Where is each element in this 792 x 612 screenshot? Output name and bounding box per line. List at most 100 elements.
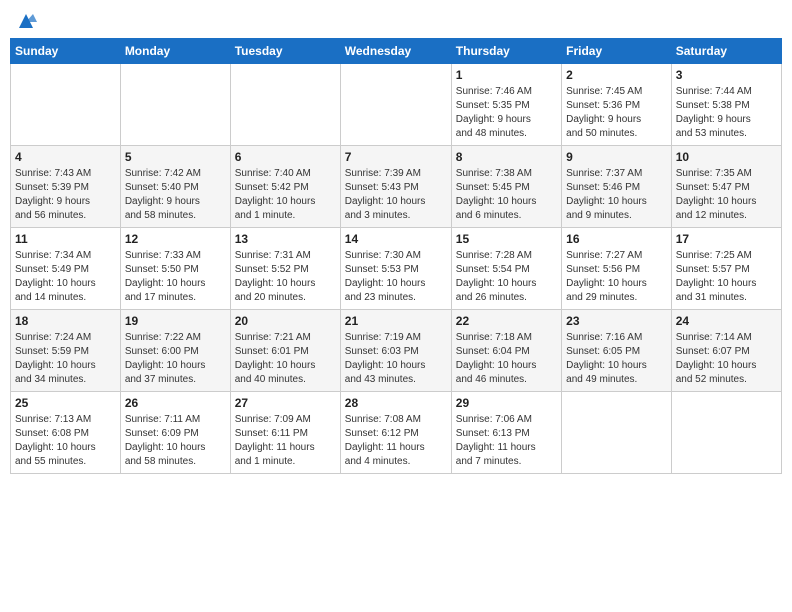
day-cell: 14 Sunrise: 7:30 AM Sunset: 5:53 PM Dayli… [340,228,451,310]
day-info: Sunrise: 7:11 AM Sunset: 6:09 PM Dayligh… [125,413,226,469]
calendar: SundayMondayTuesdayWednesdayThursdayFrid… [10,38,782,474]
day-number: 6 [235,150,336,164]
weekday-header-monday: Monday [120,39,230,64]
day-number: 11 [15,232,116,246]
day-cell: 26 Sunrise: 7:11 AM Sunset: 6:09 PM Dayli… [120,392,230,474]
page-header [10,10,782,30]
day-number: 23 [566,314,667,328]
day-number: 28 [345,396,447,410]
day-number: 24 [676,314,777,328]
day-info: Sunrise: 7:33 AM Sunset: 5:50 PM Dayligh… [125,249,226,305]
day-cell: 6 Sunrise: 7:40 AM Sunset: 5:42 PM Daylig… [230,146,340,228]
day-number: 18 [15,314,116,328]
day-info: Sunrise: 7:30 AM Sunset: 5:53 PM Dayligh… [345,249,447,305]
day-info: Sunrise: 7:14 AM Sunset: 6:07 PM Dayligh… [676,331,777,387]
day-info: Sunrise: 7:06 AM Sunset: 6:13 PM Dayligh… [456,413,557,469]
day-cell: 19 Sunrise: 7:22 AM Sunset: 6:00 PM Dayli… [120,310,230,392]
day-number: 15 [456,232,557,246]
day-info: Sunrise: 7:45 AM Sunset: 5:36 PM Dayligh… [566,85,667,141]
weekday-header-wednesday: Wednesday [340,39,451,64]
day-cell: 23 Sunrise: 7:16 AM Sunset: 6:05 PM Dayli… [562,310,672,392]
weekday-header-sunday: Sunday [11,39,121,64]
day-cell: 18 Sunrise: 7:24 AM Sunset: 5:59 PM Dayli… [11,310,121,392]
day-cell [562,392,672,474]
day-cell: 8 Sunrise: 7:38 AM Sunset: 5:45 PM Daylig… [451,146,561,228]
day-number: 1 [456,68,557,82]
logo [14,10,37,30]
calendar-header: SundayMondayTuesdayWednesdayThursdayFrid… [11,39,782,64]
day-info: Sunrise: 7:40 AM Sunset: 5:42 PM Dayligh… [235,167,336,223]
day-cell: 27 Sunrise: 7:09 AM Sunset: 6:11 PM Dayli… [230,392,340,474]
day-cell: 4 Sunrise: 7:43 AM Sunset: 5:39 PM Daylig… [11,146,121,228]
weekday-row: SundayMondayTuesdayWednesdayThursdayFrid… [11,39,782,64]
day-number: 5 [125,150,226,164]
day-info: Sunrise: 7:25 AM Sunset: 5:57 PM Dayligh… [676,249,777,305]
day-info: Sunrise: 7:21 AM Sunset: 6:01 PM Dayligh… [235,331,336,387]
day-number: 19 [125,314,226,328]
day-cell: 7Sunrise: 7:39 AM Sunset: 5:43 PM Daylig… [340,146,451,228]
day-cell: 1 Sunrise: 7:46 AM Sunset: 5:35 PM Daylig… [451,64,561,146]
weekday-header-saturday: Saturday [671,39,781,64]
day-cell: 25 Sunrise: 7:13 AM Sunset: 6:08 PM Dayli… [11,392,121,474]
day-cell: 22 Sunrise: 7:18 AM Sunset: 6:04 PM Dayli… [451,310,561,392]
day-info: Sunrise: 7:16 AM Sunset: 6:05 PM Dayligh… [566,331,667,387]
day-number: 2 [566,68,667,82]
day-info: Sunrise: 7:46 AM Sunset: 5:35 PM Dayligh… [456,85,557,141]
day-number: 8 [456,150,557,164]
week-row-5: 25 Sunrise: 7:13 AM Sunset: 6:08 PM Dayli… [11,392,782,474]
day-info: Sunrise: 7:34 AM Sunset: 5:49 PM Dayligh… [15,249,116,305]
day-cell: 29 Sunrise: 7:06 AM Sunset: 6:13 PM Dayli… [451,392,561,474]
day-info: Sunrise: 7:24 AM Sunset: 5:59 PM Dayligh… [15,331,116,387]
day-cell: 20 Sunrise: 7:21 AM Sunset: 6:01 PM Dayli… [230,310,340,392]
day-number: 17 [676,232,777,246]
day-number: 26 [125,396,226,410]
logo-icon [15,10,37,32]
day-cell: 28 Sunrise: 7:08 AM Sunset: 6:12 PM Dayli… [340,392,451,474]
day-number: 7 [345,150,447,164]
day-number: 25 [15,396,116,410]
calendar-body: 1 Sunrise: 7:46 AM Sunset: 5:35 PM Daylig… [11,64,782,474]
week-row-1: 1 Sunrise: 7:46 AM Sunset: 5:35 PM Daylig… [11,64,782,146]
day-number: 14 [345,232,447,246]
day-info: Sunrise: 7:13 AM Sunset: 6:08 PM Dayligh… [15,413,116,469]
day-cell: 2 Sunrise: 7:45 AM Sunset: 5:36 PM Daylig… [562,64,672,146]
day-info: Sunrise: 7:09 AM Sunset: 6:11 PM Dayligh… [235,413,336,469]
day-number: 13 [235,232,336,246]
day-number: 16 [566,232,667,246]
day-cell: 10 Sunrise: 7:35 AM Sunset: 5:47 PM Dayli… [671,146,781,228]
day-cell [671,392,781,474]
weekday-header-tuesday: Tuesday [230,39,340,64]
day-info: Sunrise: 7:42 AM Sunset: 5:40 PM Dayligh… [125,167,226,223]
day-cell: 15 Sunrise: 7:28 AM Sunset: 5:54 PM Dayli… [451,228,561,310]
week-row-4: 18 Sunrise: 7:24 AM Sunset: 5:59 PM Dayli… [11,310,782,392]
day-cell [11,64,121,146]
day-cell: 12 Sunrise: 7:33 AM Sunset: 5:50 PM Dayli… [120,228,230,310]
day-info: Sunrise: 7:43 AM Sunset: 5:39 PM Dayligh… [15,167,116,223]
day-info: Sunrise: 7:38 AM Sunset: 5:45 PM Dayligh… [456,167,557,223]
day-number: 20 [235,314,336,328]
day-info: Sunrise: 7:35 AM Sunset: 5:47 PM Dayligh… [676,167,777,223]
day-number: 22 [456,314,557,328]
day-number: 27 [235,396,336,410]
day-cell: 17 Sunrise: 7:25 AM Sunset: 5:57 PM Dayli… [671,228,781,310]
day-info: Sunrise: 7:19 AM Sunset: 6:03 PM Dayligh… [345,331,447,387]
day-number: 9 [566,150,667,164]
day-number: 29 [456,396,557,410]
day-info: Sunrise: 7:22 AM Sunset: 6:00 PM Dayligh… [125,331,226,387]
day-number: 4 [15,150,116,164]
day-cell: 24 Sunrise: 7:14 AM Sunset: 6:07 PM Dayli… [671,310,781,392]
day-cell: 9 Sunrise: 7:37 AM Sunset: 5:46 PM Daylig… [562,146,672,228]
weekday-header-friday: Friday [562,39,672,64]
weekday-header-thursday: Thursday [451,39,561,64]
day-info: Sunrise: 7:18 AM Sunset: 6:04 PM Dayligh… [456,331,557,387]
day-number: 21 [345,314,447,328]
day-number: 12 [125,232,226,246]
day-info: Sunrise: 7:08 AM Sunset: 6:12 PM Dayligh… [345,413,447,469]
day-info: Sunrise: 7:31 AM Sunset: 5:52 PM Dayligh… [235,249,336,305]
day-number: 3 [676,68,777,82]
day-info: Sunrise: 7:37 AM Sunset: 5:46 PM Dayligh… [566,167,667,223]
day-info: Sunrise: 7:28 AM Sunset: 5:54 PM Dayligh… [456,249,557,305]
day-cell: 13 Sunrise: 7:31 AM Sunset: 5:52 PM Dayli… [230,228,340,310]
day-cell: 16Sunrise: 7:27 AM Sunset: 5:56 PM Dayli… [562,228,672,310]
day-number: 10 [676,150,777,164]
